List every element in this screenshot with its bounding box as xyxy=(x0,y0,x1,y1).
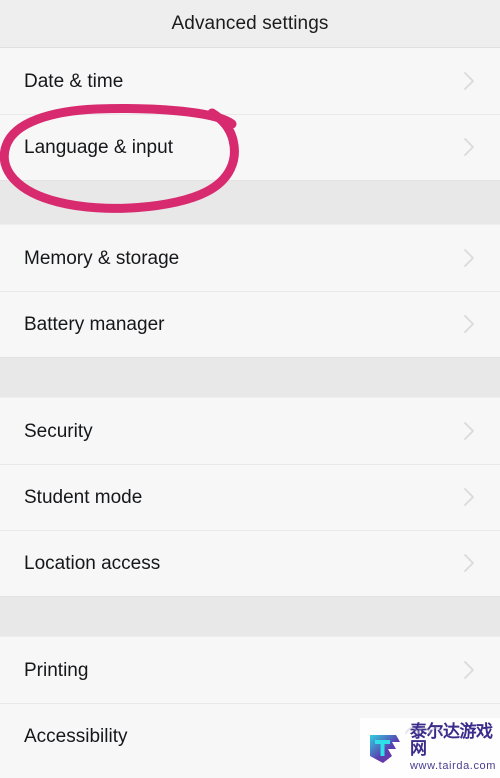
chevron-right-icon xyxy=(462,313,476,335)
group-separator-band-1 xyxy=(0,180,500,225)
list-item-label: Student mode xyxy=(24,486,143,508)
list-item-label: Language & input xyxy=(24,136,173,158)
page-title: Advanced settings xyxy=(171,13,329,34)
list-item-location-access[interactable]: Location access xyxy=(0,530,500,596)
chevron-right-icon xyxy=(462,659,476,681)
chevron-right-icon xyxy=(462,486,476,508)
list-item-student-mode[interactable]: Student mode xyxy=(0,464,500,530)
list-item-label: Printing xyxy=(24,659,89,681)
settings-screen: Advanced settings Date & time Language &… xyxy=(0,0,500,778)
list-item-label: Security xyxy=(24,420,93,442)
title-bar: Advanced settings xyxy=(0,0,500,48)
chevron-right-icon xyxy=(462,247,476,269)
list-item-label: Location access xyxy=(24,552,161,574)
watermark: 泰尔达游戏网 www.tairda.com xyxy=(360,718,500,778)
chevron-right-icon xyxy=(462,70,476,92)
settings-group-2: Memory & storage Battery manager xyxy=(0,225,500,357)
tairda-logo-icon xyxy=(366,729,404,767)
settings-group-1: Date & time Language & input xyxy=(0,48,500,180)
watermark-url: www.tairda.com xyxy=(410,760,497,772)
group-separator-band-3 xyxy=(0,596,500,637)
chevron-right-icon xyxy=(462,420,476,442)
list-item-date-time[interactable]: Date & time xyxy=(0,48,500,114)
list-item-security[interactable]: Security xyxy=(0,398,500,464)
list-item-label: Memory & storage xyxy=(24,247,180,269)
list-item-battery-manager[interactable]: Battery manager xyxy=(0,291,500,357)
squiggle-icon xyxy=(404,722,444,736)
list-item-label: Battery manager xyxy=(24,313,165,335)
list-item-printing[interactable]: Printing xyxy=(0,637,500,703)
group-separator-band-2 xyxy=(0,357,500,398)
list-item-language-input[interactable]: Language & input xyxy=(0,114,500,180)
chevron-right-icon xyxy=(462,136,476,158)
list-item-label: Date & time xyxy=(24,70,124,92)
settings-list: Date & time Language & input Memory & st… xyxy=(0,48,500,769)
chevron-right-icon xyxy=(462,552,476,574)
list-item-memory-storage[interactable]: Memory & storage xyxy=(0,225,500,291)
settings-group-3: Security Student mode Location access xyxy=(0,398,500,596)
